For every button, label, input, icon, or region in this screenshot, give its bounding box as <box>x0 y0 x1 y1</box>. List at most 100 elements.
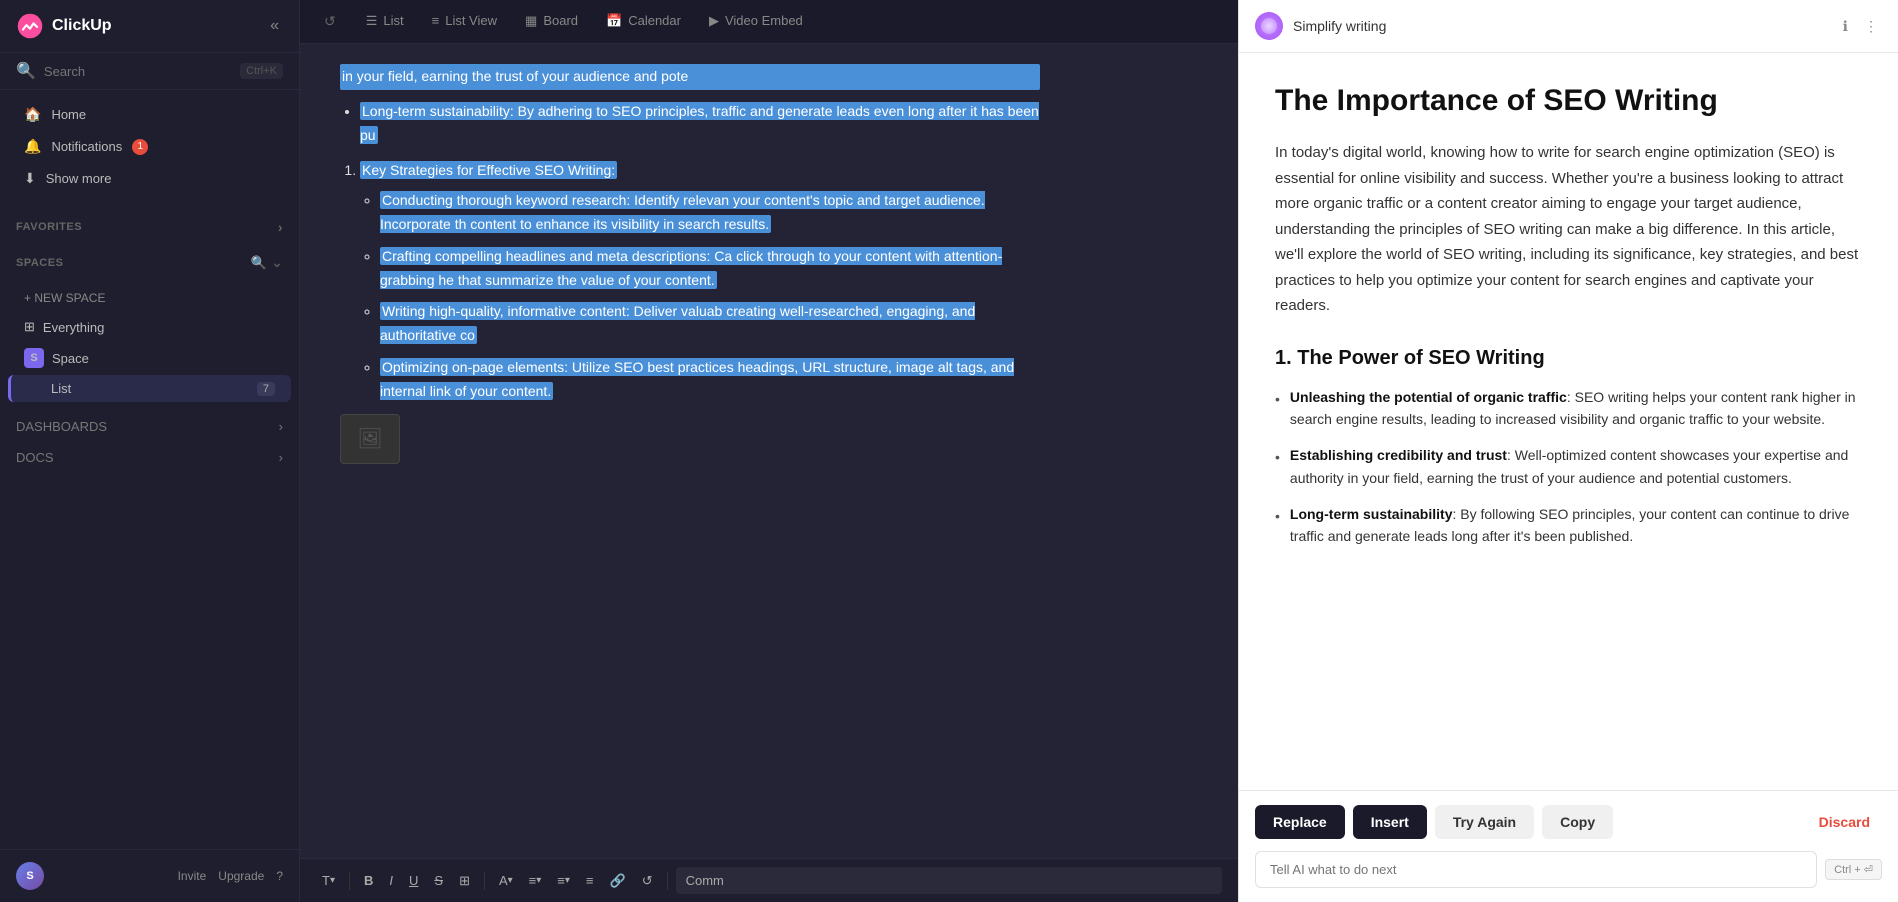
image-placeholder: 🖼 <box>340 414 400 464</box>
ai-input[interactable] <box>1255 851 1817 888</box>
ai-footer: Replace Insert Try Again Copy Discard Ct… <box>1239 790 1898 902</box>
clickup-logo-icon <box>16 12 44 40</box>
editor-sub2: Crafting compelling headlines and meta d… <box>380 247 1002 289</box>
spaces-section-header: SPACES 🔍 ⌄ <box>0 247 299 275</box>
tab-video-embed[interactable]: ▶ Video Embed <box>695 5 817 39</box>
tab-board[interactable]: ▦ Board <box>511 5 592 39</box>
insert-button[interactable]: Insert <box>1353 805 1427 839</box>
ai-response-intro: In today's digital world, knowing how to… <box>1275 140 1862 319</box>
ai-panel-header: Simplify writing ℹ ⋮ <box>1239 0 1898 53</box>
help-button[interactable]: ? <box>276 869 283 883</box>
spaces-search-icon[interactable]: 🔍 <box>251 255 268 271</box>
discard-button[interactable]: Discard <box>1807 805 1882 839</box>
list-view-tab-icon: ≡ <box>432 13 440 28</box>
copy-button[interactable]: Copy <box>1542 805 1613 839</box>
color-picker-icon: ▾ <box>508 875 513 886</box>
replace-button[interactable]: Replace <box>1255 805 1345 839</box>
editor-top-text: in your field, earning the trust of your… <box>340 64 1040 90</box>
dashboards-section[interactable]: DASHBOARDS › <box>0 411 299 442</box>
ai-action-row: Replace Insert Try Again Copy Discard <box>1255 805 1882 839</box>
ai-bullet-bold-1: Unleashing the potential of organic traf… <box>1290 389 1567 405</box>
spaces-expand-icon[interactable]: ⌄ <box>272 255 283 271</box>
bullet-dot-2: • <box>1275 446 1280 468</box>
search-input[interactable] <box>44 64 232 79</box>
editor-toolbar: T ▾ B I U S ⊞ A ▾ ≡ ▾ ≡ ▾ ≡ 🔗 ↺ Comm <box>300 858 1238 902</box>
paragraph-style-button[interactable]: T ▾ <box>316 869 341 892</box>
ai-bullet-text-1: Unleashing the potential of organic traf… <box>1290 386 1862 431</box>
dashboards-expand-icon: › <box>279 419 283 434</box>
ai-logo-inner <box>1261 18 1277 34</box>
outdent-button[interactable]: ≡ <box>580 869 600 892</box>
ai-bullet-bold-2: Establishing credibility and trust <box>1290 447 1507 463</box>
align-button[interactable]: ≡ ▾ <box>523 869 548 892</box>
sidebar-item-show-more[interactable]: ⬇ Show more <box>8 163 291 194</box>
ai-bullet-text-2: Establishing credibility and trust: Well… <box>1290 444 1862 489</box>
toolbar-separator-2 <box>484 872 485 890</box>
editor-sub4: Optimizing on-page elements: Utilize SEO… <box>380 358 1014 400</box>
sidebar-item-space[interactable]: S Space <box>8 342 291 374</box>
dropdown-arrow-icon: ▾ <box>330 875 335 886</box>
sidebar: ClickUp « 🔍 Ctrl+K 🏠 Home 🔔 Notification… <box>0 0 300 902</box>
sidebar-item-notifications[interactable]: 🔔 Notifications 1 <box>8 131 291 162</box>
search-shortcut: Ctrl+K <box>240 63 283 79</box>
sidebar-header: ClickUp « <box>0 0 299 53</box>
ai-header-left: Simplify writing <box>1255 12 1386 40</box>
ai-info-button[interactable]: ℹ <box>1839 14 1852 39</box>
home-icon: 🏠 <box>24 106 41 123</box>
ai-logo-icon <box>1255 12 1283 40</box>
sidebar-item-everything[interactable]: ⊞ Everything <box>8 313 291 341</box>
ai-panel: Simplify writing ℹ ⋮ The Importance of S… <box>1238 0 1898 902</box>
editor-sub3: Writing high-quality, informative conten… <box>380 302 975 344</box>
text-color-button[interactable]: A ▾ <box>493 869 519 892</box>
sidebar-item-home[interactable]: 🏠 Home <box>8 99 291 130</box>
table-button[interactable]: ⊞ <box>453 869 476 893</box>
ai-header-icons: ℹ ⋮ <box>1839 14 1882 39</box>
comment-input[interactable]: Comm <box>676 867 1222 894</box>
ai-input-row: Ctrl + ⏎ <box>1255 851 1882 888</box>
upgrade-button[interactable]: Upgrade <box>218 869 264 883</box>
align-arrow-icon: ▾ <box>536 875 541 886</box>
strikethrough-button[interactable]: S <box>428 869 449 892</box>
editor-area[interactable]: in your field, earning the trust of your… <box>300 44 1238 858</box>
ai-input-shortcut: Ctrl + ⏎ <box>1825 859 1882 880</box>
list-tab-icon: ☰ <box>366 13 378 29</box>
ai-section-title: 1. The Power of SEO Writing <box>1275 347 1862 370</box>
ai-bullet-bold-3: Long-term sustainability <box>1290 506 1453 522</box>
tab-list[interactable]: ☰ List <box>352 5 418 39</box>
ai-bullet-3: • Long-term sustainability: By following… <box>1275 503 1862 548</box>
invite-button[interactable]: Invite <box>178 869 207 883</box>
new-space-button[interactable]: + NEW SPACE <box>8 284 291 312</box>
refresh-button[interactable]: ↺ <box>316 9 344 34</box>
bold-button[interactable]: B <box>358 869 379 892</box>
collapse-button[interactable]: « <box>266 13 283 39</box>
avatar: S <box>16 862 44 890</box>
bullet-dot-3: • <box>1275 505 1280 527</box>
sidebar-footer: S Invite Upgrade ? <box>0 849 299 902</box>
editor-list-item: Key Strategies for Effective SEO Writing… <box>360 161 617 179</box>
sidebar-item-list[interactable]: List 7 <box>8 375 291 402</box>
favorites-expand-icon[interactable]: › <box>278 219 283 235</box>
italic-button[interactable]: I <box>383 869 399 892</box>
ai-bullet-text-3: Long-term sustainability: By following S… <box>1290 503 1862 548</box>
sidebar-nav: 🏠 Home 🔔 Notifications 1 ⬇ Show more <box>0 90 299 203</box>
underline-button[interactable]: U <box>403 869 424 892</box>
ai-more-button[interactable]: ⋮ <box>1860 14 1882 39</box>
grid-icon: ⊞ <box>24 319 35 335</box>
editor-sub1: Conducting thorough keyword research: Id… <box>380 191 985 233</box>
ai-content: The Importance of SEO Writing In today's… <box>1239 53 1898 790</box>
try-again-button[interactable]: Try Again <box>1435 805 1534 839</box>
undo-button[interactable]: ↺ <box>636 869 659 893</box>
ai-bullet-2: • Establishing credibility and trust: We… <box>1275 444 1862 489</box>
editor-bullet1: Long-term sustainability: By adhering to… <box>360 102 1039 144</box>
list-button[interactable]: ≡ ▾ <box>551 869 576 892</box>
logo-area: ClickUp <box>16 12 112 40</box>
footer-actions: Invite Upgrade ? <box>178 869 283 883</box>
board-tab-icon: ▦ <box>525 13 537 29</box>
toolbar-separator-3 <box>667 872 668 890</box>
docs-section[interactable]: DOCS › <box>0 442 299 473</box>
list-arrow-icon: ▾ <box>565 875 570 886</box>
tab-list-view[interactable]: ≡ List View <box>418 5 511 38</box>
sidebar-item-notifications-label: Notifications <box>51 139 122 154</box>
link-button[interactable]: 🔗 <box>604 869 632 893</box>
tab-calendar[interactable]: 📅 Calendar <box>592 5 695 39</box>
